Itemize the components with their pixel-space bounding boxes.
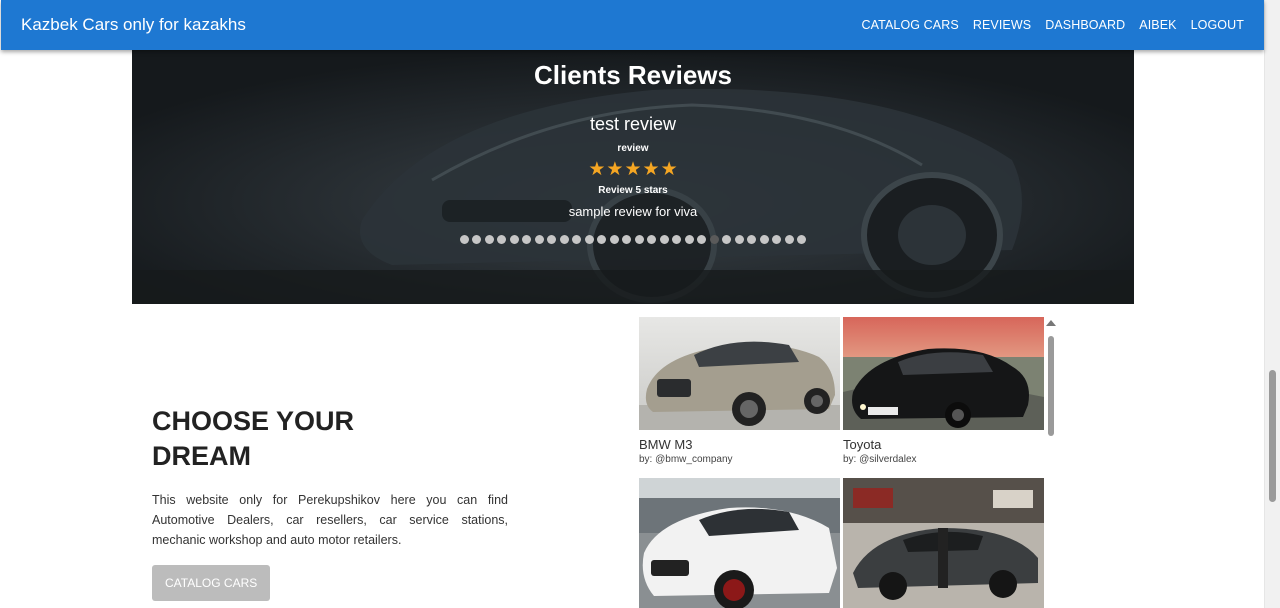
nav-reviews[interactable]: REVIEWS [973, 18, 1031, 32]
carousel-dot[interactable] [797, 235, 807, 244]
hero-title: CHOOSE YOUR DREAM [152, 404, 508, 474]
toyota-image [843, 317, 1044, 430]
gallery-card[interactable]: BMW M3 by: @bmw_company [639, 317, 840, 466]
gallery-scrollbar-thumb[interactable] [1048, 336, 1054, 436]
gallery-scrollbar[interactable] [1045, 320, 1057, 438]
brand-title[interactable]: Kazbek Cars only for kazakhs [21, 15, 848, 35]
hero-section: CHOOSE YOUR DREAM This website only for … [152, 404, 508, 601]
supercar-image [843, 478, 1044, 608]
bmw-m3-image [639, 317, 840, 430]
carousel-dot[interactable] [697, 235, 707, 244]
carousel-dot[interactable] [572, 235, 582, 244]
carousel-dot[interactable] [472, 235, 482, 244]
nav-dashboard[interactable]: DASHBOARD [1045, 18, 1125, 32]
gallery-card[interactable] [843, 478, 1044, 608]
star-icon: ★ [624, 159, 642, 180]
nav-catalog-cars[interactable]: CATALOG CARS [862, 18, 959, 32]
gallery-card[interactable]: Toyota by: @silverdalex [843, 317, 1044, 466]
gallery-card-author: by: @bmw_company [639, 454, 733, 465]
page-scrollbar[interactable] [1264, 0, 1280, 608]
star-icon: ★ [588, 159, 606, 180]
hero-title-line-1: CHOOSE YOUR [152, 406, 355, 436]
hero-title-line-2: DREAM [152, 441, 251, 471]
reviews-carousel: Clients Reviews test review review ★ ★ ★… [132, 50, 1134, 304]
reviews-content: Clients Reviews test review review ★ ★ ★… [132, 60, 1134, 244]
carousel-dot[interactable] [534, 235, 544, 244]
reviews-heading: Clients Reviews [534, 60, 732, 90]
carousel-dot[interactable] [584, 235, 594, 244]
carousel-dot[interactable] [559, 235, 569, 244]
review-rating-text: Review 5 stars [598, 185, 668, 196]
star-icon: ★ [642, 159, 660, 180]
carousel-dot[interactable] [622, 235, 632, 244]
carousel-dot[interactable] [759, 235, 769, 244]
carousel-dot[interactable] [709, 235, 719, 244]
nav-user-aibek[interactable]: AIBEK [1139, 18, 1176, 32]
review-subtitle: review [617, 143, 649, 154]
carousel-dot[interactable] [784, 235, 794, 244]
gallery-card-author: by: @silverdalex [843, 454, 917, 465]
carousel-dot[interactable] [459, 235, 469, 244]
catalog-cars-button[interactable]: CATALOG CARS [152, 565, 271, 601]
nav-logout[interactable]: LOGOUT [1191, 18, 1244, 32]
carousel-dot[interactable] [772, 235, 782, 244]
carousel-dot[interactable] [684, 235, 694, 244]
star-icon: ★ [660, 159, 678, 180]
review-text: sample review for viva [568, 204, 698, 219]
carousel-dot[interactable] [734, 235, 744, 244]
carousel-dot[interactable] [672, 235, 682, 244]
review-title: test review [589, 114, 677, 134]
carousel-dot[interactable] [722, 235, 732, 244]
carousel-dot[interactable] [659, 235, 669, 244]
gallery-card[interactable] [639, 478, 840, 608]
hero-description: This website only for Perekupshikov here… [152, 493, 508, 547]
star-icon: ★ [606, 159, 624, 180]
carousel-dot[interactable] [647, 235, 657, 244]
carousel-dot[interactable] [484, 235, 494, 244]
top-navbar: Kazbek Cars only for kazakhs CATALOG CAR… [1, 0, 1264, 50]
carousel-dot[interactable] [609, 235, 619, 244]
carousel-dot[interactable] [747, 235, 757, 244]
gallery-card-title: BMW M3 [639, 437, 693, 452]
nav-links: CATALOG CARS REVIEWS DASHBOARD AIBEK LOG… [848, 18, 1244, 32]
carousel-dot[interactable] [522, 235, 532, 244]
carousel-dot[interactable] [509, 235, 519, 244]
gallery-card-title: Toyota [843, 437, 882, 452]
carousel-dot[interactable] [597, 235, 607, 244]
page-scrollbar-thumb[interactable] [1269, 370, 1276, 502]
car-gallery: BMW M3 by: @bmw_company Toyota by: @silv… [639, 317, 1057, 608]
mercedes-image [639, 478, 840, 608]
carousel-dot[interactable] [634, 235, 644, 244]
carousel-dot[interactable] [547, 235, 557, 244]
review-star-rating: ★ ★ ★ ★ ★ [132, 159, 1134, 181]
carousel-dot[interactable] [497, 235, 507, 244]
carousel-pagination [132, 235, 1134, 244]
scroll-up-arrow-icon[interactable] [1046, 320, 1056, 326]
